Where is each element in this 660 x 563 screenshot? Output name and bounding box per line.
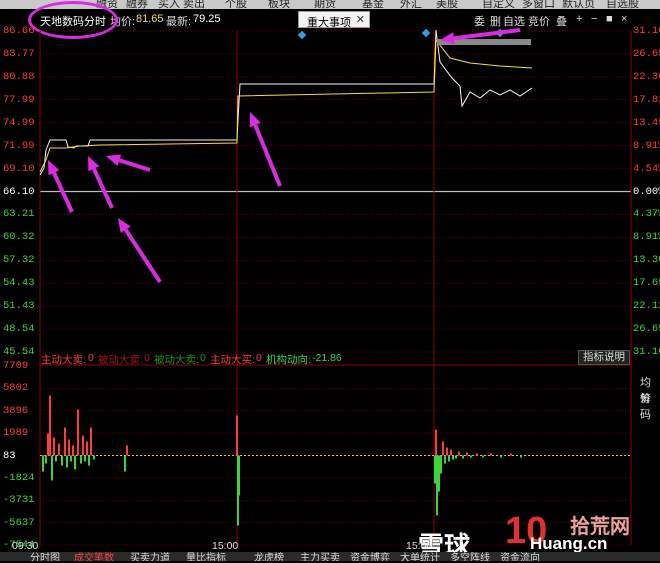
volume-bar (90, 427, 92, 456)
arrow-shaft (253, 124, 282, 187)
volume-bar (436, 455, 438, 516)
intraday-chart[interactable] (0, 0, 660, 561)
volume-bar (42, 455, 44, 472)
bottom-tab[interactable]: 买卖力道 (130, 552, 170, 561)
annotation-arrow (249, 112, 282, 187)
arrow-head-icon (249, 112, 261, 128)
volume-bar (84, 455, 86, 462)
volume-bars (42, 395, 522, 526)
avg-price-line (39, 38, 533, 173)
volume-bar (126, 445, 128, 456)
volume-bar (61, 455, 63, 466)
event-marker-icon (297, 30, 307, 40)
arrow-shaft (92, 167, 114, 209)
volume-bar (462, 455, 464, 459)
volume-bar (446, 447, 448, 456)
side-chip-label[interactable]: 筹码 (640, 390, 660, 422)
volume-bar (124, 455, 126, 472)
volume-bar (80, 455, 82, 464)
event-marker-icon (421, 28, 431, 38)
volume-bar (482, 455, 484, 458)
volume-bar (72, 445, 74, 456)
volume-bar (440, 455, 442, 474)
volume-bar (490, 453, 492, 456)
volume-bar (86, 441, 88, 456)
site-watermark-domain: Huang.cn (530, 534, 608, 553)
volume-bar (236, 415, 238, 456)
arrow-shaft (118, 158, 151, 172)
volume-bar (448, 455, 450, 462)
time-label-start: 09:30 (12, 540, 39, 552)
indicator-value: 0 (88, 352, 94, 364)
bottom-tab-bar: 分时图 成交笔数 买卖力道 量比指标 龙虎榜 主力买卖 资金博弈 大单统计 多空… (0, 552, 660, 561)
indicator-explain-button[interactable]: 指标说明 (578, 350, 630, 365)
indicator-value: 0 (144, 352, 150, 364)
bottom-tab[interactable]: 大单统计 (400, 552, 440, 561)
indicator-label: 机构动向: (266, 354, 311, 366)
volume-bar (68, 439, 70, 456)
price-lines (39, 28, 533, 176)
volume-bar (77, 409, 79, 456)
indicator-value: -21.86 (312, 352, 342, 364)
indicator-label: 被动大卖: (154, 354, 199, 366)
volume-bar (458, 451, 460, 456)
volume-bar (64, 427, 66, 456)
volume-bar (51, 455, 53, 481)
indicator-label: 主动大买: (210, 354, 255, 366)
chart-grid (39, 30, 632, 546)
volume-bar (435, 429, 437, 456)
bottom-tab[interactable]: 资金博弈 (350, 552, 390, 561)
volume-bar (466, 452, 468, 456)
bottom-tab[interactable]: 多空阵线 (450, 552, 490, 561)
volume-bar (476, 453, 478, 456)
bottom-tab-active[interactable]: 成交笔数 (74, 552, 114, 561)
volume-bar (450, 449, 452, 456)
volume-bar (70, 455, 72, 462)
volume-bar (58, 443, 60, 456)
bottom-tab[interactable]: 龙虎榜 (254, 552, 284, 561)
volume-bar (438, 455, 440, 492)
volume-bar (66, 455, 68, 468)
annotation-arrow (48, 160, 74, 213)
annotation-arrow (106, 154, 151, 172)
bottom-tab[interactable]: 资金流向 (500, 552, 540, 561)
volume-bar (520, 455, 522, 458)
bottom-tab[interactable]: 量比指标 (186, 552, 226, 561)
volume-bar (500, 455, 502, 458)
bottom-tab[interactable]: 主力买卖 (300, 552, 340, 561)
volume-bar (82, 435, 84, 456)
volume-bar (53, 437, 55, 456)
volume-bar (455, 455, 457, 459)
volume-bar (444, 455, 446, 464)
volume-bar (88, 455, 90, 466)
volume-bar (47, 433, 49, 456)
volume-bar (470, 455, 472, 458)
indicator-value: 0 (200, 352, 206, 364)
annotation-arrows (48, 28, 521, 284)
volume-bar (49, 395, 51, 456)
volume-bar (442, 441, 444, 456)
volume-bar (434, 455, 436, 484)
volume-bar (93, 455, 95, 460)
volume-bar (74, 455, 76, 470)
price-line (39, 29, 533, 176)
volume-bar (55, 455, 57, 462)
volume-bar (45, 455, 47, 464)
arrow-shaft (52, 171, 74, 213)
volume-bar (510, 453, 512, 456)
indicator-value: 0 (256, 352, 262, 364)
annotation-arrow (88, 156, 114, 209)
bottom-tab[interactable]: 分时图 (30, 552, 60, 561)
arrow-head-icon (106, 154, 122, 166)
volume-bar (238, 455, 240, 496)
annotation-arrow (118, 218, 162, 284)
volume-bar (452, 455, 454, 460)
indicator-label: 主动大卖: (41, 354, 86, 366)
time-label-mid: 15:00 (212, 540, 239, 552)
indicator-label: 被动大卖: (98, 354, 143, 366)
